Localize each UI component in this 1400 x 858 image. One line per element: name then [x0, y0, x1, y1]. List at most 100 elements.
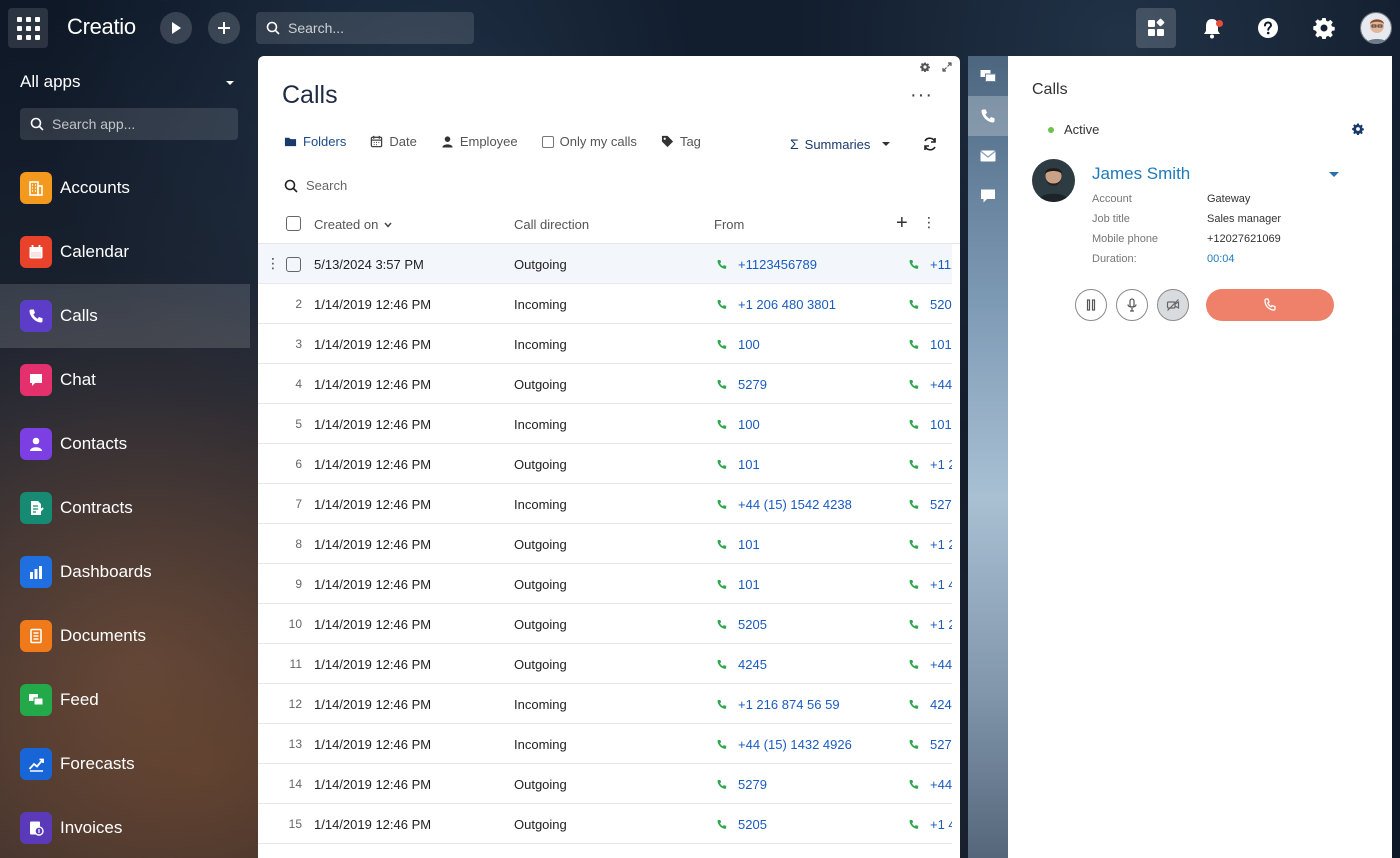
to-number-link[interactable]: +1 4 — [930, 577, 952, 592]
cell-from[interactable]: 5205 — [716, 817, 767, 832]
row-checkbox[interactable] — [286, 257, 301, 272]
to-number-link[interactable]: +1 2 — [930, 617, 952, 632]
from-number-link[interactable]: +44 (15) 1432 4926 — [738, 737, 852, 752]
table-row[interactable]: 3 1/14/2019 12:46 PM Incoming 100 101 — [258, 324, 952, 364]
table-row[interactable]: 14 1/14/2019 12:46 PM Outgoing 5279 +44 — [258, 764, 952, 804]
to-number-link[interactable]: 5279 — [930, 497, 952, 512]
cell-to[interactable]: 4245 — [908, 697, 952, 712]
table-row[interactable]: 12 1/14/2019 12:46 PM Incoming +1 216 874 5… — [258, 684, 952, 724]
sidebar-item-calls[interactable]: Calls — [0, 284, 250, 348]
only-my-calls-filter[interactable]: Only my calls — [541, 134, 637, 149]
run-process-button[interactable] — [160, 12, 192, 44]
to-number-link[interactable]: 5205 — [930, 297, 952, 312]
sidebar-item-documents[interactable]: Documents — [0, 604, 250, 668]
list-search-input[interactable] — [306, 178, 606, 193]
cell-to[interactable]: +44 — [908, 377, 952, 392]
user-avatar[interactable] — [1360, 12, 1392, 44]
call-settings-button[interactable] — [1352, 122, 1364, 140]
to-number-link[interactable]: +1 2 — [930, 537, 952, 552]
from-number-link[interactable]: 100 — [738, 417, 760, 432]
from-number-link[interactable]: +44 (15) 1542 4238 — [738, 497, 852, 512]
summaries-button[interactable]: Σ Summaries — [790, 136, 891, 152]
table-row[interactable]: 8 1/14/2019 12:46 PM Outgoing 101 +1 2 — [258, 524, 952, 564]
to-number-link[interactable]: +1 4 — [930, 817, 952, 832]
cell-from[interactable]: 101 — [716, 537, 760, 552]
to-number-link[interactable]: 4245 — [930, 697, 952, 712]
video-off-button[interactable] — [1157, 289, 1189, 321]
table-row[interactable]: 13 1/14/2019 12:46 PM Incoming +44 (15) 143… — [258, 724, 952, 764]
column-header-created-on[interactable]: Created on — [314, 217, 392, 232]
sidebar-item-dashboards[interactable]: Dashboards — [0, 540, 250, 604]
chevron-down-icon[interactable] — [1329, 172, 1339, 177]
mute-button[interactable] — [1116, 289, 1148, 321]
cell-from[interactable]: +44 (15) 1432 4926 — [716, 737, 852, 752]
calls-tab-button[interactable] — [968, 96, 1008, 136]
cell-to[interactable]: +1 4 — [908, 817, 952, 832]
create-button[interactable] — [208, 12, 240, 44]
hang-up-button[interactable] — [1206, 289, 1334, 321]
sidebar-item-invoices[interactable]: Invoices — [0, 796, 250, 858]
table-row[interactable]: 10 1/14/2019 12:46 PM Outgoing 5205 +1 2 — [258, 604, 952, 644]
to-number-link[interactable]: 5279 — [930, 737, 952, 752]
cell-to[interactable]: 5279 — [908, 737, 952, 752]
email-tab-button[interactable] — [968, 136, 1008, 176]
from-number-link[interactable]: 101 — [738, 537, 760, 552]
from-number-link[interactable]: 101 — [738, 577, 760, 592]
cell-to[interactable]: 101 — [908, 417, 952, 432]
cell-from[interactable]: +1 216 874 56 59 — [716, 697, 840, 712]
feed-tab-button[interactable] — [968, 56, 1008, 96]
cell-from[interactable]: 101 — [716, 577, 760, 592]
sidebar-item-feed[interactable]: Feed — [0, 668, 250, 732]
only-my-calls-checkbox[interactable] — [541, 135, 554, 148]
row-actions-button[interactable]: ⋮ — [266, 255, 280, 272]
to-number-link[interactable]: 101 — [930, 337, 952, 352]
from-number-link[interactable]: +1 216 874 56 59 — [738, 697, 840, 712]
cell-from[interactable]: +1 206 480 3801 — [716, 297, 836, 312]
date-filter[interactable]: Date — [370, 134, 417, 149]
from-number-link[interactable]: 5279 — [738, 377, 767, 392]
from-number-link[interactable]: 101 — [738, 457, 760, 472]
global-search-input[interactable] — [288, 20, 458, 36]
cell-to[interactable]: 5205 — [908, 297, 952, 312]
cell-from[interactable]: 5279 — [716, 377, 767, 392]
from-number-link[interactable]: +1 206 480 3801 — [738, 297, 836, 312]
table-row[interactable]: 6 1/14/2019 12:46 PM Outgoing 101 +1 2 — [258, 444, 952, 484]
table-row[interactable]: 5 1/14/2019 12:46 PM Incoming 100 101 — [258, 404, 952, 444]
sidebar-item-chat[interactable]: Chat — [0, 348, 250, 412]
hold-button[interactable] — [1075, 289, 1107, 321]
tag-filter[interactable]: Tag — [661, 134, 701, 149]
sidebar-item-forecasts[interactable]: Forecasts — [0, 732, 250, 796]
contact-photo[interactable] — [1032, 159, 1075, 202]
gear-icon[interactable] — [920, 62, 930, 72]
chat-tab-button[interactable] — [968, 176, 1008, 216]
to-number-link[interactable]: +44 — [930, 777, 952, 792]
from-number-link[interactable]: 5205 — [738, 617, 767, 632]
select-all-checkbox[interactable] — [286, 216, 301, 231]
cell-to[interactable]: +44 — [908, 777, 952, 792]
cell-from[interactable]: 100 — [716, 417, 760, 432]
cell-from[interactable]: +1123456789 — [716, 257, 817, 272]
cell-from[interactable]: 4245 — [716, 657, 767, 672]
more-actions-button[interactable]: ··· — [910, 84, 933, 107]
from-number-link[interactable]: 100 — [738, 337, 760, 352]
app-search[interactable] — [20, 108, 238, 140]
all-apps-title[interactable]: All apps — [20, 72, 80, 92]
app-launcher-button[interactable] — [8, 8, 48, 48]
column-header-from[interactable]: From — [714, 217, 744, 232]
sidebar-item-calendar[interactable]: Calendar — [0, 220, 250, 284]
refresh-button[interactable] — [922, 136, 938, 157]
contact-name-link[interactable]: James Smith — [1092, 164, 1190, 184]
widgets-button[interactable] — [1136, 8, 1176, 48]
from-number-link[interactable]: 5205 — [738, 817, 767, 832]
cell-from[interactable]: +44 (15) 1542 4238 — [716, 497, 852, 512]
chevron-down-icon[interactable] — [226, 81, 234, 85]
cell-to[interactable]: +1 2 — [908, 617, 952, 632]
notifications-button[interactable] — [1192, 8, 1232, 48]
sidebar-item-contracts[interactable]: Contracts — [0, 476, 250, 540]
add-column-button[interactable]: + — [896, 212, 908, 235]
folders-filter[interactable]: Folders — [284, 134, 346, 149]
global-search[interactable] — [256, 12, 474, 44]
cell-to[interactable]: 101 — [908, 337, 952, 352]
from-number-link[interactable]: +1123456789 — [738, 257, 817, 272]
sidebar-item-contacts[interactable]: Contacts — [0, 412, 250, 476]
